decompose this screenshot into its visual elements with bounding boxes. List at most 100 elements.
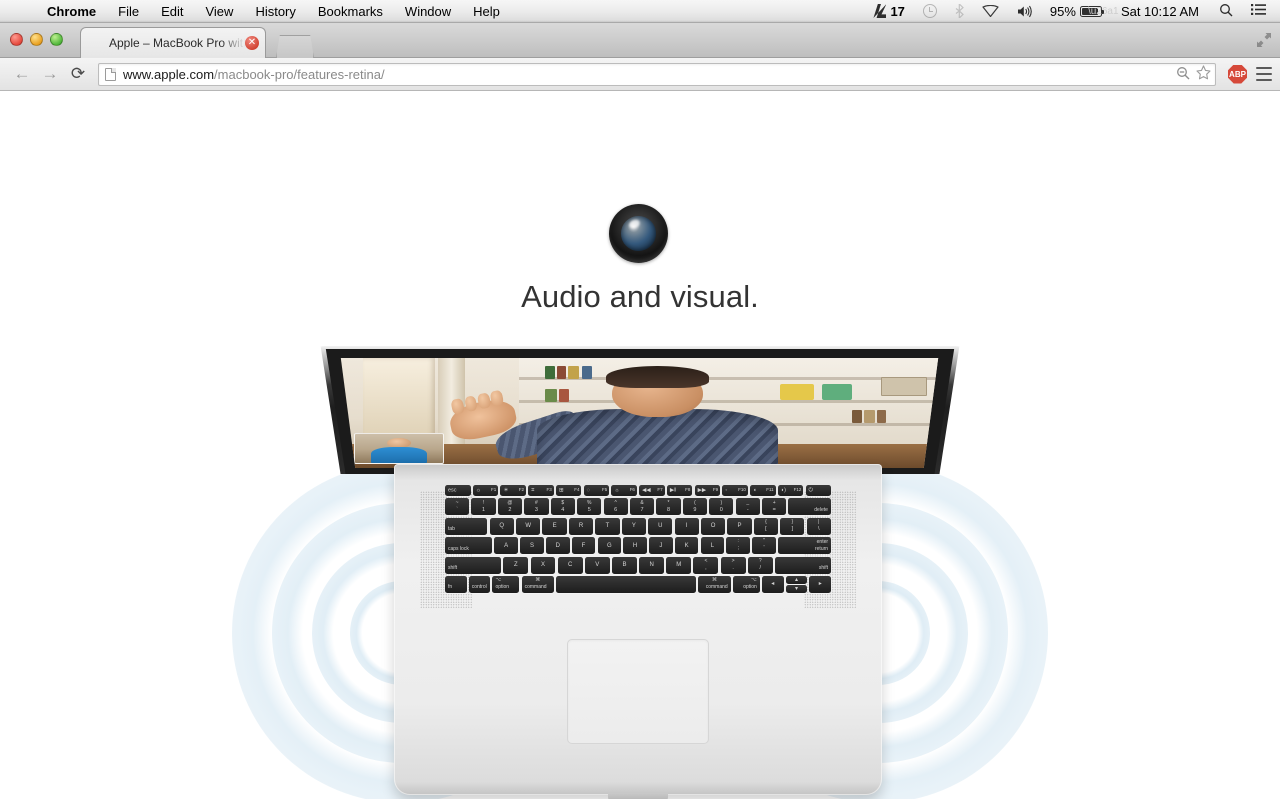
key-z: Z <box>503 556 529 574</box>
key-b: B <box>611 556 637 574</box>
key-tab: tab <box>445 517 488 535</box>
key-c: C <box>557 556 583 574</box>
bookmark-star-icon[interactable] <box>1196 65 1211 83</box>
key-f3: ⌗ F3 <box>528 485 554 496</box>
notification-center-icon[interactable] <box>1243 3 1272 20</box>
key-2: @2 <box>497 498 523 516</box>
status-volume[interactable] <box>1008 0 1041 23</box>
key-f6: ☼ F6 <box>611 485 637 496</box>
key-1: ! 1 <box>471 498 496 516</box>
key-command-left: ⌘ command <box>521 575 554 593</box>
key-k: K <box>674 537 699 555</box>
address-bar[interactable]: www.apple.com/macbook-pro/features-retin… <box>98 62 1216 86</box>
reload-button[interactable]: ⟳ <box>64 60 92 88</box>
forward-button[interactable]: → <box>36 60 64 88</box>
menu-item-bookmarks[interactable]: Bookmarks <box>307 0 394 23</box>
status-wifi[interactable] <box>973 0 1008 23</box>
key-x: X <box>530 556 556 574</box>
menu-item-help[interactable]: Help <box>462 0 511 23</box>
key-l: L <box>700 537 725 555</box>
menu-item-edit[interactable]: Edit <box>150 0 194 23</box>
key-option-left: ⌥ option <box>492 575 520 593</box>
page-info-icon[interactable] <box>105 67 116 81</box>
battery-icon: \u26a1 <box>1079 5 1119 17</box>
key-equal: + = <box>762 498 787 516</box>
laptop-trackpad <box>567 639 709 744</box>
page-content: Audio and visual. esc ☼ F1 ☀ F2 ⌗ F3 ⊞ F… <box>0 91 1280 799</box>
key-3: #3 <box>524 498 549 516</box>
chrome-menu-button[interactable] <box>1256 67 1272 81</box>
keyboard-row-bottom-letters: shift Z X C V B N M <, >. ? / shift <box>445 556 832 574</box>
adblock-plus-extension-icon[interactable]: ABP <box>1228 64 1247 84</box>
key-q: Q <box>489 517 514 535</box>
menu-bar-items: Chrome File Edit View History Bookmarks … <box>10 0 511 23</box>
key-e: E <box>542 517 567 535</box>
new-tab-button[interactable] <box>276 35 314 58</box>
key-arrow-down: ▾ <box>785 585 808 593</box>
menu-bar-status-items: 17 95% \u26a1 Sat 10:12 AM <box>864 0 1272 23</box>
key-i: I <box>674 517 699 535</box>
key-quote: " ' <box>752 537 776 555</box>
bluetooth-icon <box>955 4 964 18</box>
laptop-base: esc ☼ F1 ☀ F2 ⌗ F3 ⊞ F4 ◌ F5 ☼ F6 ◀◀ F7 ▶‖ F8 ▶▶… <box>394 464 882 799</box>
back-button[interactable]: ← <box>8 60 36 88</box>
key-o: O <box>700 517 726 535</box>
keyboard-row-modifiers: fn control ⌥ option ⌘ command ⌘ command ⌥ op… <box>445 575 832 593</box>
key-backslash: | \ <box>806 517 831 535</box>
key-h: H <box>623 537 647 555</box>
toolbar-extensions: ABP <box>1220 64 1272 84</box>
laptop-screen <box>340 358 939 468</box>
key-s: S <box>520 537 544 555</box>
key-m: M <box>666 556 692 574</box>
url-text: www.apple.com/macbook-pro/features-retin… <box>123 67 1168 82</box>
status-bluetooth[interactable] <box>946 0 973 23</box>
spotlight-search-icon[interactable] <box>1209 3 1243 20</box>
close-tab-button[interactable]: ✕ <box>245 36 259 50</box>
zoom-out-icon[interactable] <box>1176 66 1190 83</box>
key-option-right: ⌥ option <box>732 575 760 593</box>
menu-item-view[interactable]: View <box>194 0 244 23</box>
key-delete: delete <box>788 498 831 516</box>
menu-item-window[interactable]: Window <box>394 0 462 23</box>
key-5: % 5 <box>577 498 602 516</box>
alfred-count: 17 <box>890 3 905 19</box>
key-bracket-left: {[ <box>753 517 779 535</box>
key-caps-lock: caps lock <box>445 537 493 555</box>
key-arrow-right: ▸ <box>809 575 832 593</box>
fullscreen-toggle-icon[interactable] <box>1256 32 1272 48</box>
menu-item-chrome[interactable]: Chrome <box>36 0 107 23</box>
minimize-window-button[interactable] <box>30 33 43 46</box>
time-machine-icon <box>922 4 937 18</box>
key-t: T <box>595 517 620 535</box>
browser-tab[interactable]: Apple – MacBook Pro with ✕ <box>80 27 266 58</box>
key-f7: ◀◀ F7 <box>639 485 665 496</box>
status-timemachine[interactable] <box>914 0 946 23</box>
key-backtick: ~ ` <box>445 498 470 516</box>
keyboard-row-function: esc ☼ F1 ☀ F2 ⌗ F3 ⊞ F4 ◌ F5 ☼ F6 ◀◀ F7 ▶‖ F8 ▶▶… <box>445 485 832 496</box>
menu-item-history[interactable]: History <box>244 0 306 23</box>
keyboard-row-numbers: ~ ` ! 1 @2 #3 $4 % 5 ^ 6 & 7 * 8 (9 ) 0 _ - + = d… <box>445 498 831 516</box>
menu-item-file[interactable]: File <box>107 0 150 23</box>
close-window-button[interactable] <box>10 33 23 46</box>
page-headline: Audio and visual. <box>521 279 759 314</box>
status-alfred[interactable]: 17 <box>864 0 913 23</box>
key-bracket-right: }] <box>780 517 805 535</box>
key-8: * 8 <box>656 498 681 516</box>
key-f9: ▶▶ F9 <box>694 485 721 496</box>
key-7: & 7 <box>629 498 655 516</box>
status-battery[interactable]: 95% \u26a1 <box>1041 0 1119 23</box>
status-clock[interactable]: Sat 10:12 AM <box>1111 4 1209 19</box>
key-power: ⏻ <box>805 485 832 496</box>
window-controls <box>10 33 63 46</box>
zoom-window-button[interactable] <box>50 33 63 46</box>
key-v: V <box>584 556 610 574</box>
key-n: N <box>639 556 665 574</box>
url-path: /macbook-pro/features-retina/ <box>214 66 385 82</box>
key-f: F <box>571 537 596 555</box>
apple-logo-icon[interactable] <box>10 10 36 12</box>
apple-favicon-icon <box>91 36 103 50</box>
key-d: D <box>545 537 570 555</box>
key-esc: esc <box>445 485 471 496</box>
mac-menu-bar: Chrome File Edit View History Bookmarks … <box>0 0 1280 23</box>
key-f8: ▶‖ F8 <box>666 485 693 496</box>
